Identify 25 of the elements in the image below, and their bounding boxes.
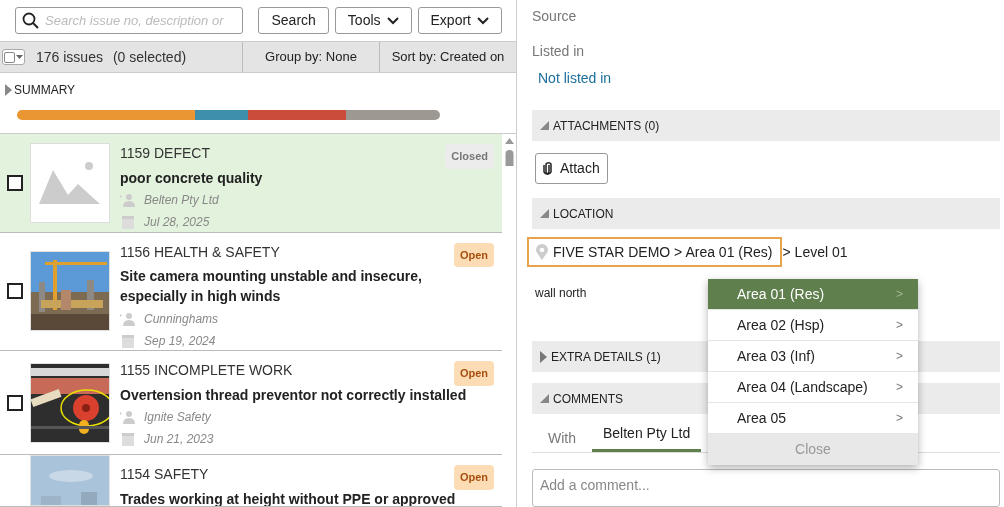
issue-title: Site camera mounting unstable and insecure, especially in high winds <box>120 267 423 306</box>
issue-title: Overtension thread preventor not correctly installed <box>120 385 468 405</box>
company-name: Belten Pty Ltd <box>144 192 219 209</box>
issue-title: Trades working at height without PPE or approved <box>120 489 457 506</box>
issue-heading: 1156 HEALTH & SAFETY <box>120 242 280 262</box>
status-badge: Open <box>453 465 494 490</box>
status-badge: Open <box>453 361 494 386</box>
company-name: Ignite Safety <box>144 409 211 426</box>
issue-date: Jun 21, 2023 <box>144 431 214 448</box>
status-badge: Open <box>453 242 494 267</box>
issue-title: poor concrete quality <box>120 168 264 188</box>
issue-date: Sep 19, 2024 <box>144 332 216 350</box>
company-name: Cunninghams <box>144 310 219 328</box>
issue-heading: 1154 SAFETY <box>120 465 209 485</box>
field-label: Source <box>532 7 578 26</box>
issue-heading: 1159 DEFECT <box>120 144 210 163</box>
selected-count: (0 selected) <box>112 47 187 67</box>
location-path-rest: > Level 01 <box>782 242 848 262</box>
status-badge: Closed <box>445 144 494 169</box>
issue-heading: 1155 INCOMPLETE WORK <box>120 361 293 380</box>
issue-date: Jul 28, 2025 <box>144 214 210 231</box>
field-label: Listed in <box>532 42 586 61</box>
issue-count: 176 issues <box>36 47 103 67</box>
with-label: With <box>547 429 577 448</box>
location-note: wall north <box>535 285 587 302</box>
